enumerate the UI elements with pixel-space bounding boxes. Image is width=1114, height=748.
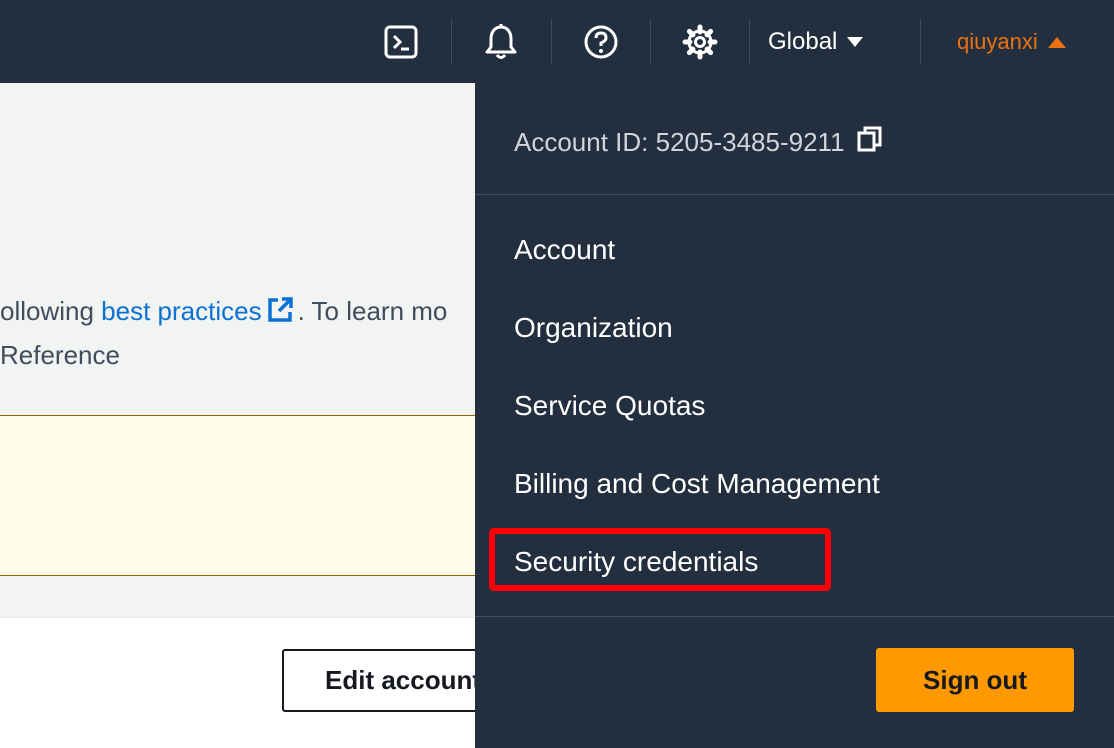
best-practices-link[interactable]: best practices: [101, 296, 261, 326]
caret-up-icon: [1047, 36, 1066, 48]
cloudshell-icon[interactable]: [381, 20, 421, 64]
region-selector[interactable]: Global: [768, 22, 864, 62]
bell-icon[interactable]: [481, 20, 521, 64]
menu-item-billing[interactable]: Billing and Cost Management: [514, 466, 880, 502]
menu-item-organization[interactable]: Organization: [514, 310, 673, 346]
top-navigation-bar: Global qiuyanxi: [0, 0, 1114, 83]
copy-icon[interactable]: [857, 125, 883, 160]
divider: [650, 19, 651, 65]
warning-alert: [0, 415, 475, 576]
account-id-row: Account ID: 5205-3485-9211: [514, 125, 883, 160]
menu-item-account[interactable]: Account: [514, 232, 615, 268]
divider: [475, 616, 1114, 617]
account-menu-toggle[interactable]: qiuyanxi: [957, 22, 1066, 62]
sign-out-button[interactable]: Sign out: [876, 648, 1074, 712]
divider: [551, 19, 552, 65]
divider: [451, 19, 452, 65]
external-link-icon[interactable]: [266, 296, 294, 334]
text-fragment: . To learn mo: [297, 296, 448, 326]
menu-item-service-quotas[interactable]: Service Quotas: [514, 388, 705, 424]
best-practices-text: ollowing best practices . To learn mo: [0, 292, 475, 334]
reference-text: Reference: [0, 340, 120, 370]
highlight-annotation: [489, 528, 831, 591]
divider: [475, 194, 1114, 195]
region-label: Global: [768, 28, 838, 55]
account-dropdown-menu: Account ID: 5205-3485-9211 Account Organ…: [475, 83, 1114, 748]
caret-down-icon: [847, 37, 864, 47]
gear-icon[interactable]: [680, 20, 720, 64]
account-id-label: Account ID: 5205-3485-9211: [514, 127, 845, 157]
divider: [749, 19, 750, 65]
edit-account-button[interactable]: Edit account: [282, 649, 502, 712]
help-icon[interactable]: [581, 20, 621, 64]
text-fragment: ollowing: [0, 296, 102, 326]
divider: [920, 19, 921, 65]
username: qiuyanxi: [957, 29, 1038, 54]
